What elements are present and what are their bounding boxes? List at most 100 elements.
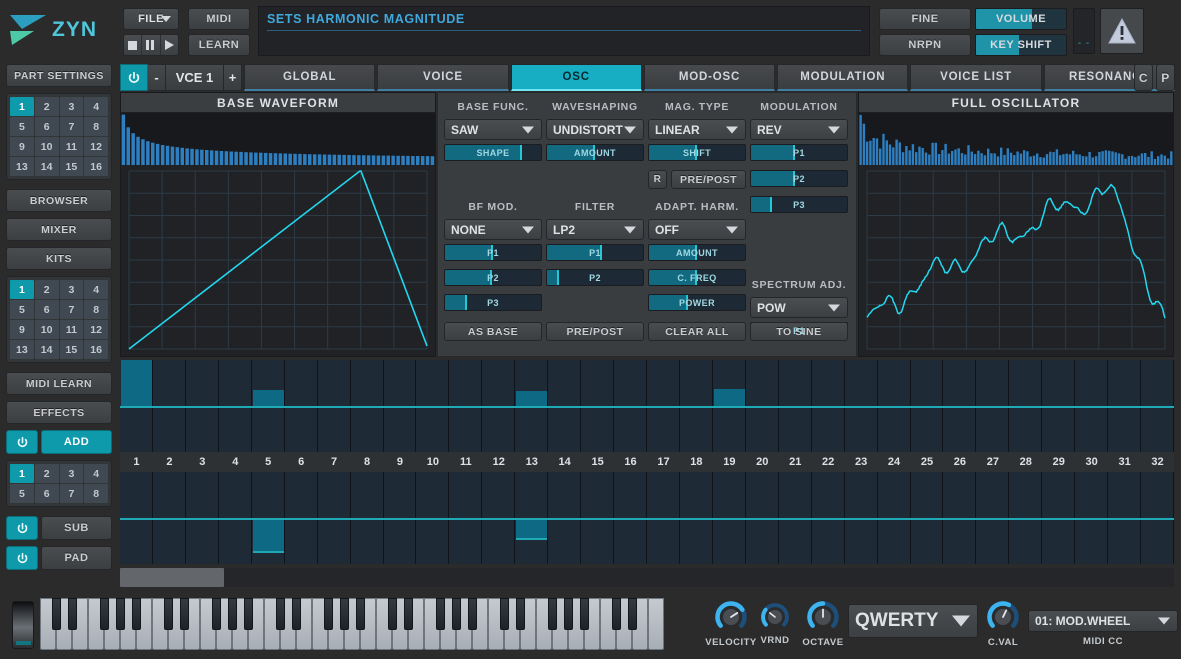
pad-cell-7[interactable]: 7 bbox=[60, 484, 84, 503]
transport-controls[interactable] bbox=[123, 34, 179, 56]
sub-synth-button[interactable]: SUB bbox=[41, 516, 112, 540]
black-key-12[interactable] bbox=[244, 598, 253, 630]
pad-cell-8[interactable]: 8 bbox=[84, 300, 108, 319]
add-power-toggle[interactable] bbox=[6, 430, 38, 454]
black-key-1[interactable] bbox=[68, 598, 77, 630]
harmonic-bar-13[interactable] bbox=[516, 391, 547, 406]
pad-cell-8[interactable]: 8 bbox=[84, 484, 108, 503]
pad-cell-6[interactable]: 6 bbox=[35, 300, 59, 319]
pad-cell-14[interactable]: 14 bbox=[35, 157, 59, 176]
osc-slider-p1-3[interactable]: P1 bbox=[750, 144, 848, 161]
tab-global[interactable]: GLOBAL bbox=[244, 64, 375, 91]
copy-button[interactable]: C bbox=[1134, 64, 1153, 91]
black-key-32[interactable] bbox=[564, 598, 573, 630]
pad-cell-6[interactable]: 6 bbox=[35, 484, 59, 503]
pad-cell-12[interactable]: 12 bbox=[84, 137, 108, 156]
black-key-35[interactable] bbox=[612, 598, 621, 630]
pad-cell-3[interactable]: 3 bbox=[60, 97, 84, 116]
key-shift-slider[interactable]: KEY SHIFT bbox=[975, 34, 1067, 56]
pad-cell-5[interactable]: 5 bbox=[10, 117, 34, 136]
black-key-19[interactable] bbox=[356, 598, 365, 630]
harmonic-scrollbar[interactable] bbox=[120, 568, 1174, 587]
osc-select-0-secondary[interactable]: NONE bbox=[444, 219, 542, 240]
part-selector-pad[interactable]: 12345678910111213141516 bbox=[6, 93, 112, 180]
sidebar-item-midi-learn[interactable]: MIDI LEARN bbox=[6, 372, 112, 395]
voice-selector-pad[interactable]: 12345678 bbox=[6, 460, 112, 507]
pad-cell-10[interactable]: 10 bbox=[35, 137, 59, 156]
nrpn-button[interactable]: NRPN bbox=[879, 34, 971, 56]
pad-cell-7[interactable]: 7 bbox=[60, 117, 84, 136]
osc-action-as-base[interactable]: AS BASE bbox=[444, 322, 542, 341]
knob-vrnd[interactable] bbox=[760, 602, 790, 632]
black-key-10[interactable] bbox=[212, 598, 221, 630]
black-key-36[interactable] bbox=[628, 598, 637, 630]
pad-cell-1[interactable]: 1 bbox=[10, 464, 34, 483]
osc-slider-p2-3[interactable]: P2 bbox=[750, 170, 848, 187]
pad-power-toggle[interactable] bbox=[6, 546, 38, 570]
pad-cell-12[interactable]: 12 bbox=[84, 320, 108, 339]
sidebar-item-effects[interactable]: EFFECTS bbox=[6, 401, 112, 424]
osc-slider-amount-1[interactable]: AMOUNT bbox=[546, 144, 644, 161]
osc-reset-button[interactable]: R bbox=[648, 170, 667, 189]
warning-button[interactable] bbox=[1100, 8, 1144, 54]
harmonic-bar-19[interactable] bbox=[714, 389, 745, 406]
sidebar-item-mixer[interactable]: MIXER bbox=[6, 218, 112, 241]
osc-select-1-primary[interactable]: UNDISTORT bbox=[546, 119, 644, 140]
file-menu-button[interactable]: FILE bbox=[123, 8, 179, 30]
stop-icon[interactable] bbox=[124, 35, 142, 55]
pause-icon[interactable] bbox=[142, 35, 160, 55]
black-key-15[interactable] bbox=[292, 598, 301, 630]
volume-slider[interactable]: VOLUME bbox=[975, 8, 1067, 30]
base-spectrum-display[interactable] bbox=[121, 113, 435, 165]
osc-select-2-primary[interactable]: LINEAR bbox=[648, 119, 746, 140]
pad-cell-2[interactable]: 2 bbox=[35, 280, 59, 299]
pad-cell-5[interactable]: 5 bbox=[10, 484, 34, 503]
osc-select-1-secondary[interactable]: LP2 bbox=[546, 219, 644, 240]
harmonic-magnitude-editor[interactable] bbox=[120, 360, 1174, 452]
tab-voice[interactable]: VOICE bbox=[377, 64, 508, 91]
pad-cell-5[interactable]: 5 bbox=[10, 300, 34, 319]
pad-cell-9[interactable]: 9 bbox=[10, 137, 34, 156]
pad-cell-7[interactable]: 7 bbox=[60, 300, 84, 319]
black-key-24[interactable] bbox=[436, 598, 445, 630]
pad-cell-11[interactable]: 11 bbox=[60, 320, 84, 339]
harmonic-scrollbar-thumb[interactable] bbox=[120, 568, 224, 587]
osc-slider-p3-3[interactable]: P3 bbox=[750, 196, 848, 213]
black-key-3[interactable] bbox=[100, 598, 109, 630]
pad-cell-13[interactable]: 13 bbox=[10, 340, 34, 359]
black-key-4[interactable] bbox=[116, 598, 125, 630]
base-wave-display[interactable] bbox=[121, 165, 435, 355]
pad-cell-10[interactable]: 10 bbox=[35, 320, 59, 339]
pad-cell-1[interactable]: 1 bbox=[10, 97, 34, 116]
pad-cell-4[interactable]: 4 bbox=[84, 280, 108, 299]
black-key-18[interactable] bbox=[340, 598, 349, 630]
sidebar-item-kits[interactable]: KITS bbox=[6, 247, 112, 270]
pad-cell-1[interactable]: 1 bbox=[10, 280, 34, 299]
pad-synth-button[interactable]: PAD bbox=[41, 546, 112, 570]
pad-cell-3[interactable]: 3 bbox=[60, 280, 84, 299]
voice-decrement-button[interactable]: - bbox=[148, 64, 166, 91]
black-key-29[interactable] bbox=[516, 598, 525, 630]
tab-osc[interactable]: OSC bbox=[511, 64, 642, 91]
midi-cc-dropdown[interactable]: 01: MOD.WHEEL bbox=[1028, 610, 1178, 632]
black-key-33[interactable] bbox=[580, 598, 589, 630]
pad-cell-6[interactable]: 6 bbox=[35, 117, 59, 136]
pad-cell-11[interactable]: 11 bbox=[60, 137, 84, 156]
knob-velocity[interactable] bbox=[714, 600, 748, 634]
full-spectrum-display[interactable] bbox=[859, 113, 1173, 165]
pad-cell-8[interactable]: 8 bbox=[84, 117, 108, 136]
kit-selector-pad[interactable]: 12345678910111213141516 bbox=[6, 276, 112, 363]
white-key-38[interactable] bbox=[648, 598, 664, 650]
harmonic-phase-editor[interactable] bbox=[120, 472, 1174, 564]
black-key-11[interactable] bbox=[228, 598, 237, 630]
fine-button[interactable]: FINE bbox=[879, 8, 971, 30]
osc-slider2-c-freq-2[interactable]: C. FREQ bbox=[648, 269, 746, 286]
pad-cell-16[interactable]: 16 bbox=[84, 157, 108, 176]
osc-action-pre-post[interactable]: PRE/POST bbox=[546, 322, 644, 341]
qwerty-dropdown[interactable]: QWERTY bbox=[848, 604, 978, 638]
black-key-31[interactable] bbox=[548, 598, 557, 630]
voice-increment-button[interactable]: + bbox=[224, 64, 242, 91]
osc-slider2-amount-2[interactable]: AMOUNT bbox=[648, 244, 746, 261]
osc-select-3-primary[interactable]: REV bbox=[750, 119, 848, 140]
pad-cell-4[interactable]: 4 bbox=[84, 97, 108, 116]
